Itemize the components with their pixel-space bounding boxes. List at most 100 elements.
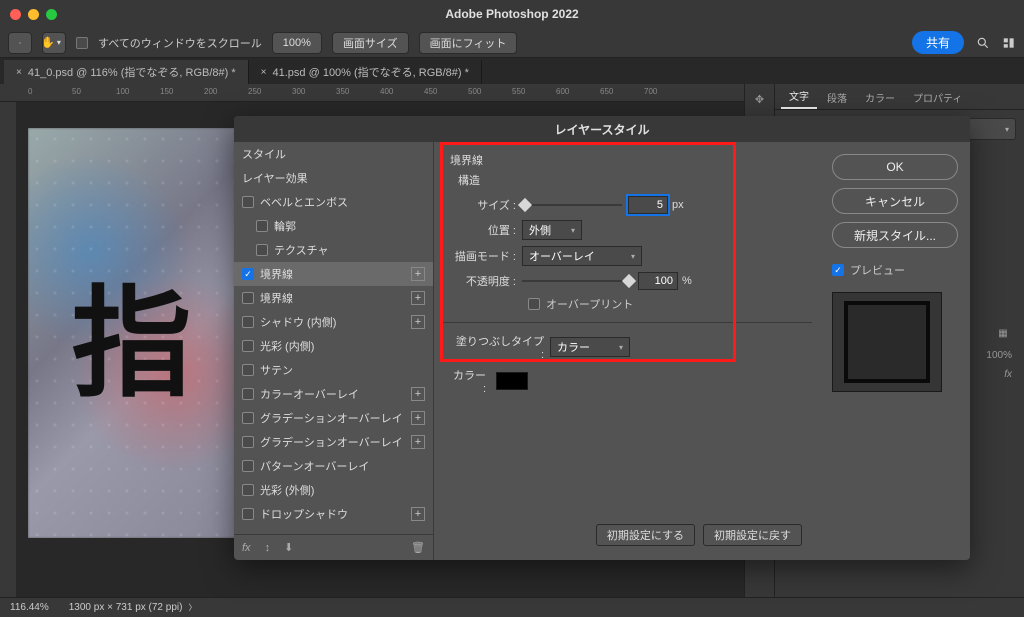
style-list-item[interactable]: グラデーションオーバーレイ+ [234, 430, 433, 454]
cancel-button[interactable]: キャンセル [832, 188, 958, 214]
style-list-item[interactable]: テクスチャ [234, 238, 433, 262]
workspace-icon[interactable] [1002, 36, 1016, 50]
opacity-value: 100% [986, 350, 1012, 361]
style-item-label: テクスチャ [274, 242, 329, 258]
style-item-label: グラデーションオーバーレイ [260, 410, 403, 426]
opacity-slider[interactable] [522, 274, 632, 288]
options-bar: ✋▾ すべてのウィンドウをスクロール 100% 画面サイズ 画面にフィット 共有 [0, 28, 1024, 58]
ruler-tick: 0 [28, 87, 32, 96]
fx-icon[interactable]: fx [242, 542, 251, 554]
style-item-label: パターンオーバーレイ [260, 458, 369, 474]
style-checkbox[interactable] [242, 484, 254, 496]
ruler-tick: 350 [336, 87, 349, 96]
close-icon[interactable]: × [261, 67, 267, 78]
preview-checkbox[interactable]: ✓ [832, 264, 844, 276]
ruler-tick: 50 [72, 87, 81, 96]
color-label: カラー : [450, 367, 492, 395]
style-checkbox[interactable] [242, 412, 254, 424]
style-list-item[interactable]: 境界線+ [234, 286, 433, 310]
maximize-window[interactable] [46, 9, 57, 20]
style-list-item[interactable]: サテン [234, 358, 433, 382]
style-checkbox[interactable] [242, 292, 254, 304]
sidebar-item-blending[interactable]: レイヤー効果 [234, 166, 433, 190]
style-checkbox[interactable] [242, 460, 254, 472]
ruler-tick: 200 [204, 87, 217, 96]
style-checkbox[interactable] [242, 316, 254, 328]
chevron-right-icon[interactable]: 〉 [188, 602, 196, 613]
sidebar-item-styles[interactable]: スタイル [234, 142, 433, 166]
style-item-label: 光彩 (内側) [260, 338, 314, 354]
minimize-window[interactable] [28, 9, 39, 20]
move-arrows-icon[interactable]: ✥ [751, 90, 769, 108]
add-effect-icon[interactable]: + [411, 291, 425, 305]
document-tab[interactable]: × 41.psd @ 100% (指でなぞる, RGB/8#) * [249, 60, 482, 84]
style-list-item[interactable]: グラデーションオーバーレイ + [234, 406, 433, 430]
zoom-100-button[interactable]: 100% [272, 32, 322, 54]
reset-default-button[interactable]: 初期設定に戻す [703, 524, 802, 546]
ok-button[interactable]: OK [832, 154, 958, 180]
sidebar-footer: fx ↕ ⬇ 🗑 [234, 534, 433, 560]
title-bar: Adobe Photoshop 2022 [0, 0, 1024, 28]
make-default-button[interactable]: 初期設定にする [596, 524, 695, 546]
tab-label: 41_0.psd @ 116% (指でなぞる, RGB/8#) * [28, 64, 236, 80]
document-tab[interactable]: × 41_0.psd @ 116% (指でなぞる, RGB/8#) * [4, 60, 249, 84]
style-list-item[interactable]: シャドウ (内側)+ [234, 310, 433, 334]
add-effect-icon[interactable]: + [411, 315, 425, 329]
add-effect-icon[interactable]: + [411, 411, 425, 425]
ruler-vertical [0, 102, 16, 617]
style-item-label: カラーオーバーレイ [260, 386, 359, 402]
window-controls [10, 9, 57, 20]
search-icon[interactable] [976, 36, 990, 50]
style-checkbox[interactable] [242, 436, 254, 448]
style-list-item[interactable]: 光彩 (内側) [234, 334, 433, 358]
share-button[interactable]: 共有 [912, 31, 964, 54]
style-checkbox[interactable] [242, 364, 254, 376]
style-list-item[interactable]: 輪郭 [234, 214, 433, 238]
panel-tab-character[interactable]: 文字 [781, 84, 817, 109]
ruler-tick: 150 [160, 87, 173, 96]
hand-tool-indicator[interactable]: ✋▾ [42, 32, 66, 54]
style-settings-panel: 境界線 構造 サイズ : 5 px 位置 : 外側 描画モード : オーバーレイ… [434, 142, 820, 560]
style-checkbox[interactable] [242, 196, 254, 208]
style-checkbox[interactable] [256, 220, 268, 232]
add-effect-icon[interactable]: + [411, 267, 425, 281]
fit-screen-button[interactable]: 画面サイズ [332, 32, 409, 54]
canvas[interactable]: 指 [28, 128, 235, 538]
status-zoom[interactable]: 116.44% [10, 602, 49, 613]
layers-icon[interactable]: ▦ [994, 324, 1012, 342]
trash-icon[interactable]: 🗑 [411, 541, 425, 554]
ruler-tick: 500 [468, 87, 481, 96]
style-checkbox[interactable] [242, 508, 254, 520]
style-list-item[interactable]: ベベルとエンボス [234, 190, 433, 214]
style-checkbox[interactable]: ✓ [242, 268, 254, 280]
style-list-item[interactable]: カラーオーバーレイ + [234, 382, 433, 406]
style-list-item[interactable]: ドロップシャドウ+ [234, 502, 433, 526]
fx-label: fx [1004, 369, 1012, 380]
panel-tab-color[interactable]: カラー [857, 86, 903, 109]
style-checkbox[interactable] [242, 340, 254, 352]
add-effect-icon[interactable]: + [411, 507, 425, 521]
style-list-item[interactable]: ✓境界線+ [234, 262, 433, 286]
style-list-item[interactable]: パターンオーバーレイ [234, 454, 433, 478]
size-slider[interactable] [522, 198, 622, 212]
hand-icon: ✋ [41, 36, 55, 49]
close-icon[interactable]: × [16, 67, 22, 78]
style-list-item[interactable]: 光彩 (外側) [234, 478, 433, 502]
add-effect-icon[interactable]: + [411, 435, 425, 449]
style-checkbox[interactable] [256, 244, 268, 256]
panel-tab-paragraph[interactable]: 段落 [819, 86, 855, 109]
add-effect-icon[interactable]: + [411, 387, 425, 401]
chevron-up-down-icon[interactable]: ↕ [265, 542, 271, 554]
fit-window-button[interactable]: 画面にフィット [419, 32, 518, 54]
style-item-label: ベベルとエンボス [260, 194, 348, 210]
style-item-label: サテン [260, 362, 293, 378]
color-swatch[interactable] [496, 372, 528, 390]
close-window[interactable] [10, 9, 21, 20]
new-style-button[interactable]: 新規スタイル... [832, 222, 958, 248]
home-button[interactable] [8, 32, 32, 54]
scroll-all-checkbox[interactable] [76, 37, 88, 49]
style-checkbox[interactable] [242, 388, 254, 400]
panel-tab-properties[interactable]: プロパティ [905, 86, 970, 109]
ruler-tick: 400 [380, 87, 393, 96]
chevron-down-icon[interactable]: ⬇ [284, 541, 293, 554]
